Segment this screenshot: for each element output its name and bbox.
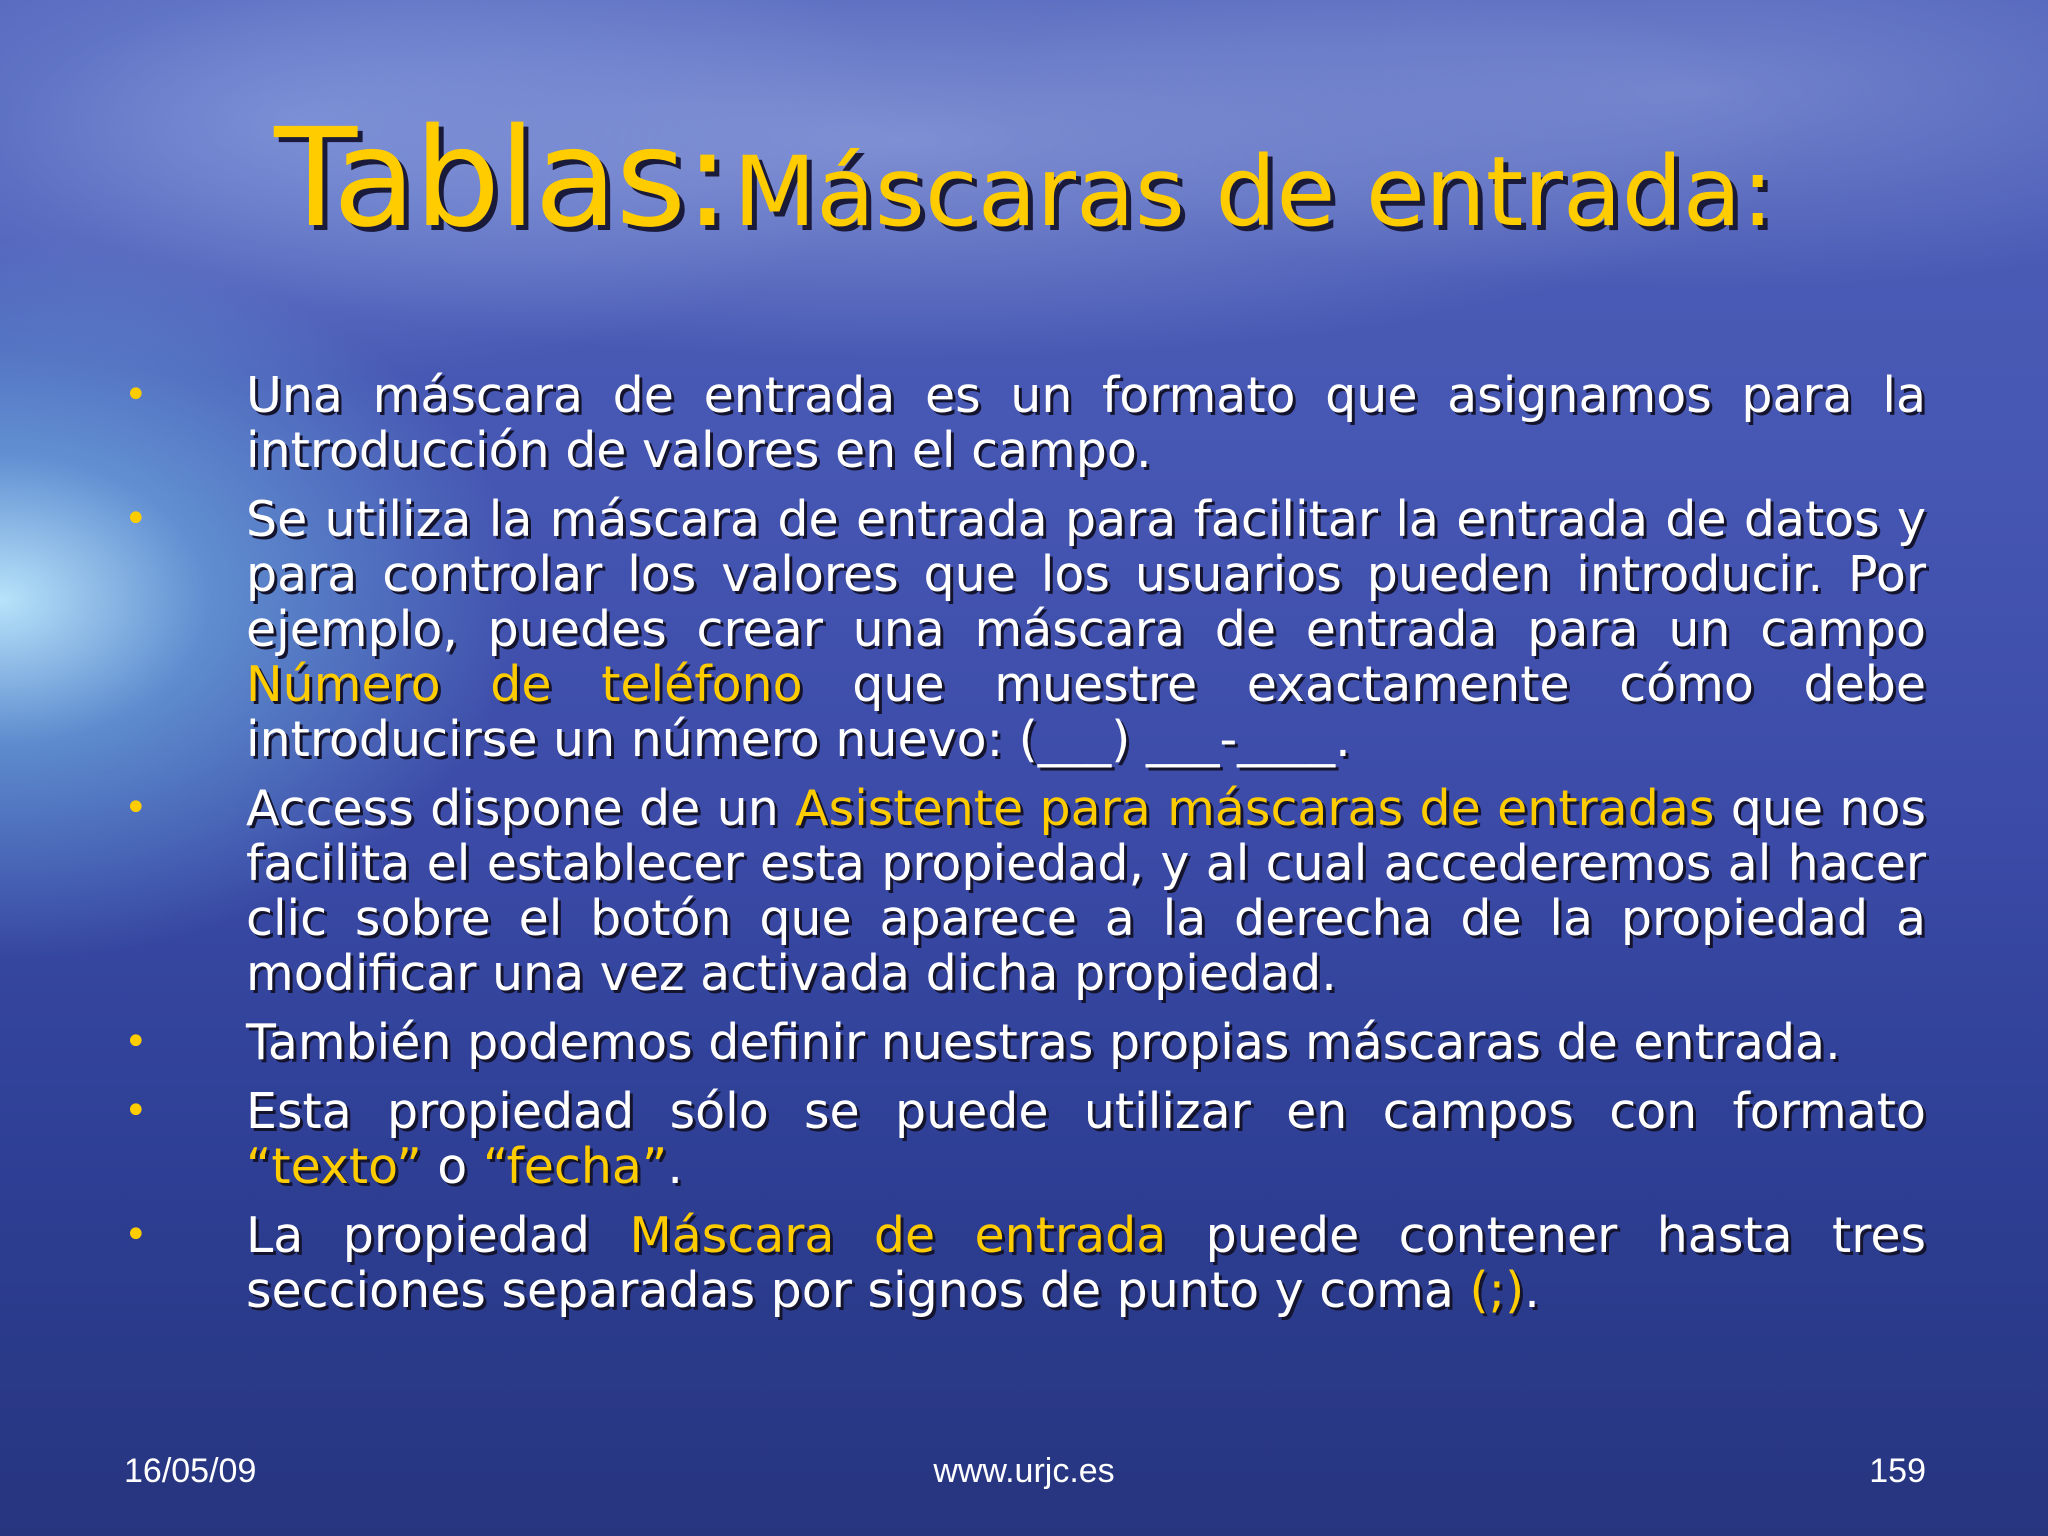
bullet-highlight: Máscara de entrada (629, 1207, 1167, 1264)
bullet-highlight: “texto” (246, 1138, 422, 1195)
bullet-text: También podemos definir nuestras propias… (246, 1014, 1841, 1071)
bullet-text: o (421, 1138, 483, 1195)
bullet-list: • Una máscara de entrada es un formato q… (120, 368, 1926, 1332)
footer-page-number: 159 (1869, 1452, 1926, 1490)
title-main: Tablas: (274, 100, 730, 258)
bullet-dot-icon: • (124, 1088, 148, 1134)
bullet-dot-icon: • (124, 372, 148, 418)
bullet-highlight: “fecha” (482, 1138, 668, 1195)
bullet-text: . (667, 1138, 683, 1195)
bullet-dot-icon: • (124, 496, 148, 542)
bullet-text: . (1524, 1262, 1540, 1319)
slide-title: Tablas: Máscaras de entrada: (0, 100, 2048, 258)
title-sub: Máscaras de entrada: (733, 136, 1774, 248)
bullet-item-2: • Se utiliza la máscara de entrada para … (120, 492, 1926, 767)
bullet-item-5: • Esta propiedad sólo se puede utilizar … (120, 1084, 1926, 1194)
bullet-highlight: (;) (1469, 1262, 1525, 1319)
bullet-dot-icon: • (124, 1019, 148, 1065)
bullet-item-3: • Access dispone de un Asistente para má… (120, 781, 1926, 1001)
bullet-text: Access dispone de un (246, 780, 796, 837)
slide: Tablas: Máscaras de entrada: • Una másca… (0, 0, 2048, 1536)
bullet-text: La propiedad (246, 1207, 630, 1264)
bullet-item-4: • También podemos definir nuestras propi… (120, 1015, 1926, 1070)
bullet-text: Una máscara de entrada es un formato que… (246, 367, 1926, 479)
bullet-dot-icon: • (124, 785, 148, 831)
bullet-item-6: • La propiedad Máscara de entrada puede … (120, 1208, 1926, 1318)
bullet-text: Esta propiedad sólo se puede utilizar en… (246, 1083, 1926, 1140)
bullet-item-1: • Una máscara de entrada es un formato q… (120, 368, 1926, 478)
bullet-text: Se utiliza la máscara de entrada para fa… (246, 491, 1926, 658)
footer-url: www.urjc.es (933, 1452, 1115, 1490)
bullet-highlight: Número de teléfono (246, 656, 803, 713)
bullet-highlight: Asistente para máscaras de entradas (795, 780, 1715, 837)
bullet-dot-icon: • (124, 1212, 148, 1258)
